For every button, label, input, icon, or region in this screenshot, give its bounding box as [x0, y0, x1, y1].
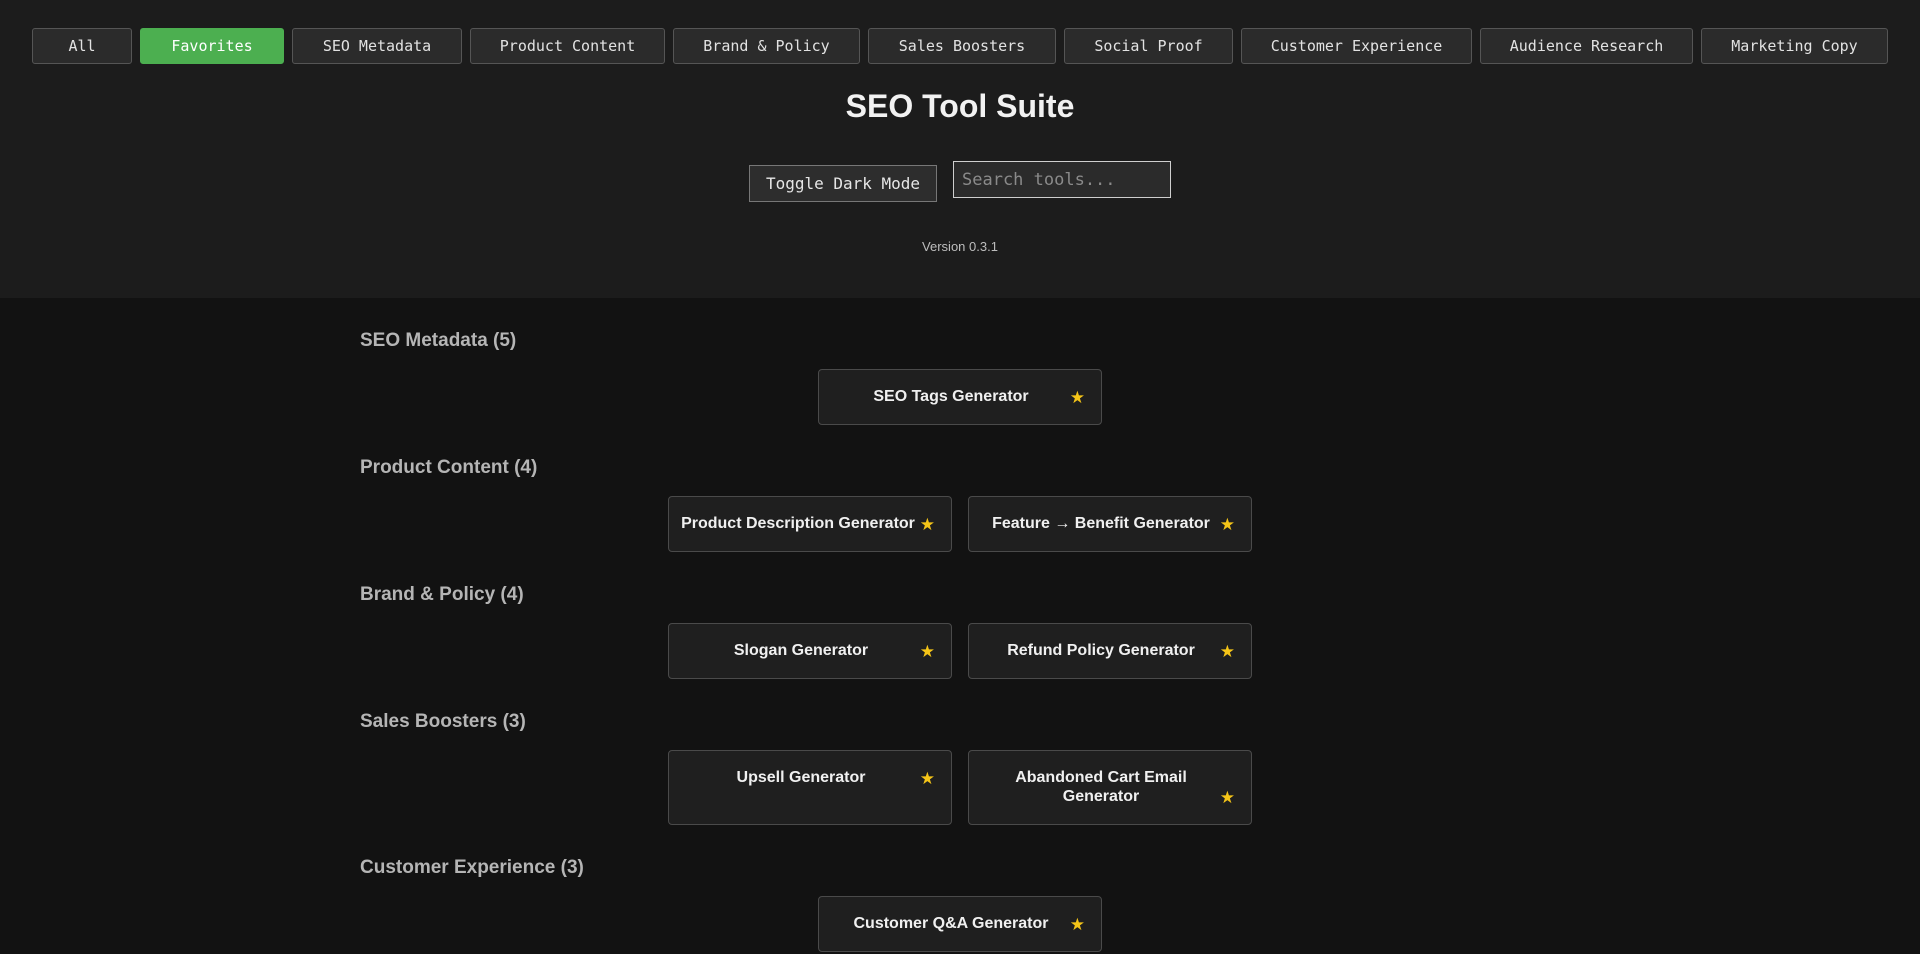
filter-all-button[interactable]: All — [32, 28, 132, 64]
section-title-product-content: Product Content (4) — [360, 457, 538, 478]
version-label: Version 0.3.1 — [922, 239, 998, 254]
filter-customer-experience-button[interactable]: Customer Experience — [1241, 28, 1472, 64]
tool-name: SEO Tags Generator — [873, 388, 1029, 405]
tool-card-refund-policy-generator[interactable]: Refund Policy Generator ★ — [968, 623, 1252, 679]
search-input[interactable] — [953, 161, 1171, 198]
tool-name: Abandoned Cart Email Generator — [1015, 769, 1187, 805]
tool-card-customer-qa-generator[interactable]: Customer Q&A Generator ★ — [818, 896, 1102, 952]
filter-favorites-button[interactable]: Favorites — [140, 28, 284, 64]
toggle-dark-mode-button[interactable]: Toggle Dark Mode — [749, 165, 937, 202]
section-title-brand-policy: Brand & Policy (4) — [360, 584, 524, 605]
page-header: All Favorites SEO Metadata Product Conte… — [0, 0, 1920, 298]
filter-social-proof-button[interactable]: Social Proof — [1064, 28, 1233, 64]
tool-card-abandoned-cart-email-generator[interactable]: Abandoned Cart Email Generator ★ — [968, 750, 1252, 825]
tool-name: Upsell Generator — [736, 769, 866, 786]
section-title-seo-metadata: SEO Metadata (5) — [360, 330, 517, 351]
tool-card-product-description-generator[interactable]: Product Description Generator ★ — [668, 496, 952, 552]
filter-audience-research-button[interactable]: Audience Research — [1480, 28, 1693, 64]
star-icon[interactable]: ★ — [1070, 915, 1085, 934]
section-title-customer-experience: Customer Experience (3) — [360, 857, 584, 878]
star-icon[interactable]: ★ — [920, 769, 935, 788]
filter-seo-metadata-button[interactable]: SEO Metadata — [292, 28, 462, 64]
tool-name: Slogan Generator — [733, 642, 869, 659]
tool-name: Refund Policy Generator — [1007, 642, 1195, 659]
filter-brand-policy-button[interactable]: Brand & Policy — [673, 28, 860, 64]
section-title-sales-boosters: Sales Boosters (3) — [360, 711, 526, 732]
filter-sales-boosters-button[interactable]: Sales Boosters — [868, 28, 1056, 64]
tool-name: Product Description Generator — [681, 515, 915, 532]
star-icon[interactable]: ★ — [920, 515, 935, 534]
category-filter-bar: All Favorites SEO Metadata Product Conte… — [0, 0, 1920, 70]
tool-card-upsell-generator[interactable]: Upsell Generator ★ — [668, 750, 952, 825]
star-icon[interactable]: ★ — [1220, 642, 1235, 661]
star-icon[interactable]: ★ — [920, 642, 935, 661]
filter-marketing-copy-button[interactable]: Marketing Copy — [1701, 28, 1888, 64]
tool-name: Feature → Benefit Generator — [992, 515, 1210, 532]
star-icon[interactable]: ★ — [1220, 788, 1235, 807]
filter-product-content-button[interactable]: Product Content — [470, 28, 665, 64]
page-title: SEO Tool Suite — [845, 88, 1075, 124]
tool-card-seo-tags-generator[interactable]: SEO Tags Generator ★ — [818, 369, 1102, 425]
star-icon[interactable]: ★ — [1070, 388, 1085, 407]
tool-card-feature-benefit-generator[interactable]: Feature → Benefit Generator ★ — [968, 496, 1252, 552]
tool-name: Customer Q&A Generator — [853, 915, 1049, 932]
star-icon[interactable]: ★ — [1220, 515, 1235, 534]
tool-card-slogan-generator[interactable]: Slogan Generator ★ — [668, 623, 952, 679]
